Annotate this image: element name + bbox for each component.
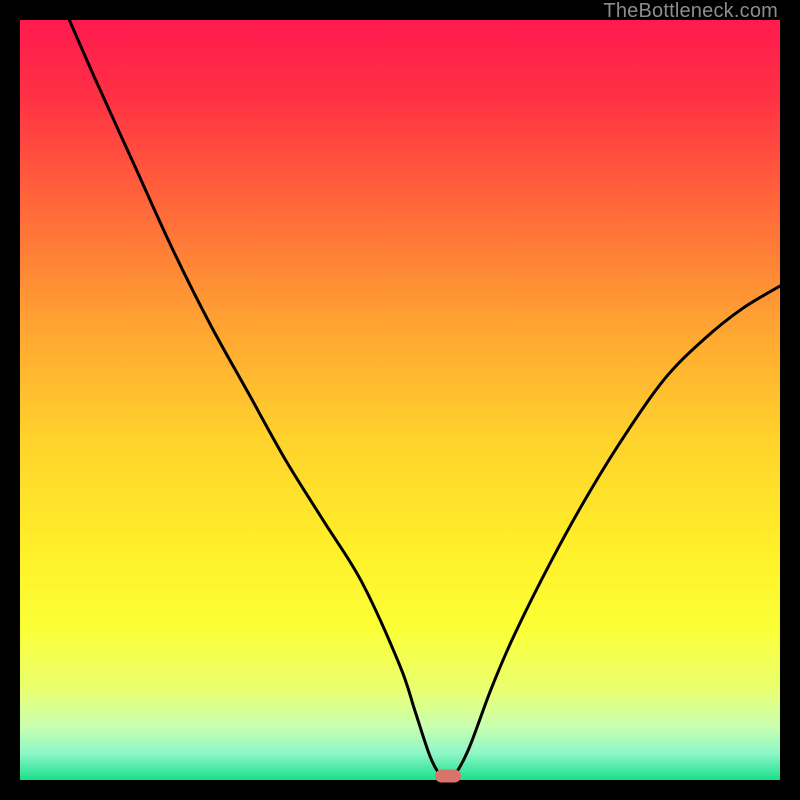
optimal-marker [435, 770, 461, 783]
watermark-text: TheBottleneck.com [603, 0, 778, 23]
chart-frame [20, 20, 780, 780]
bottleneck-chart [20, 20, 780, 780]
